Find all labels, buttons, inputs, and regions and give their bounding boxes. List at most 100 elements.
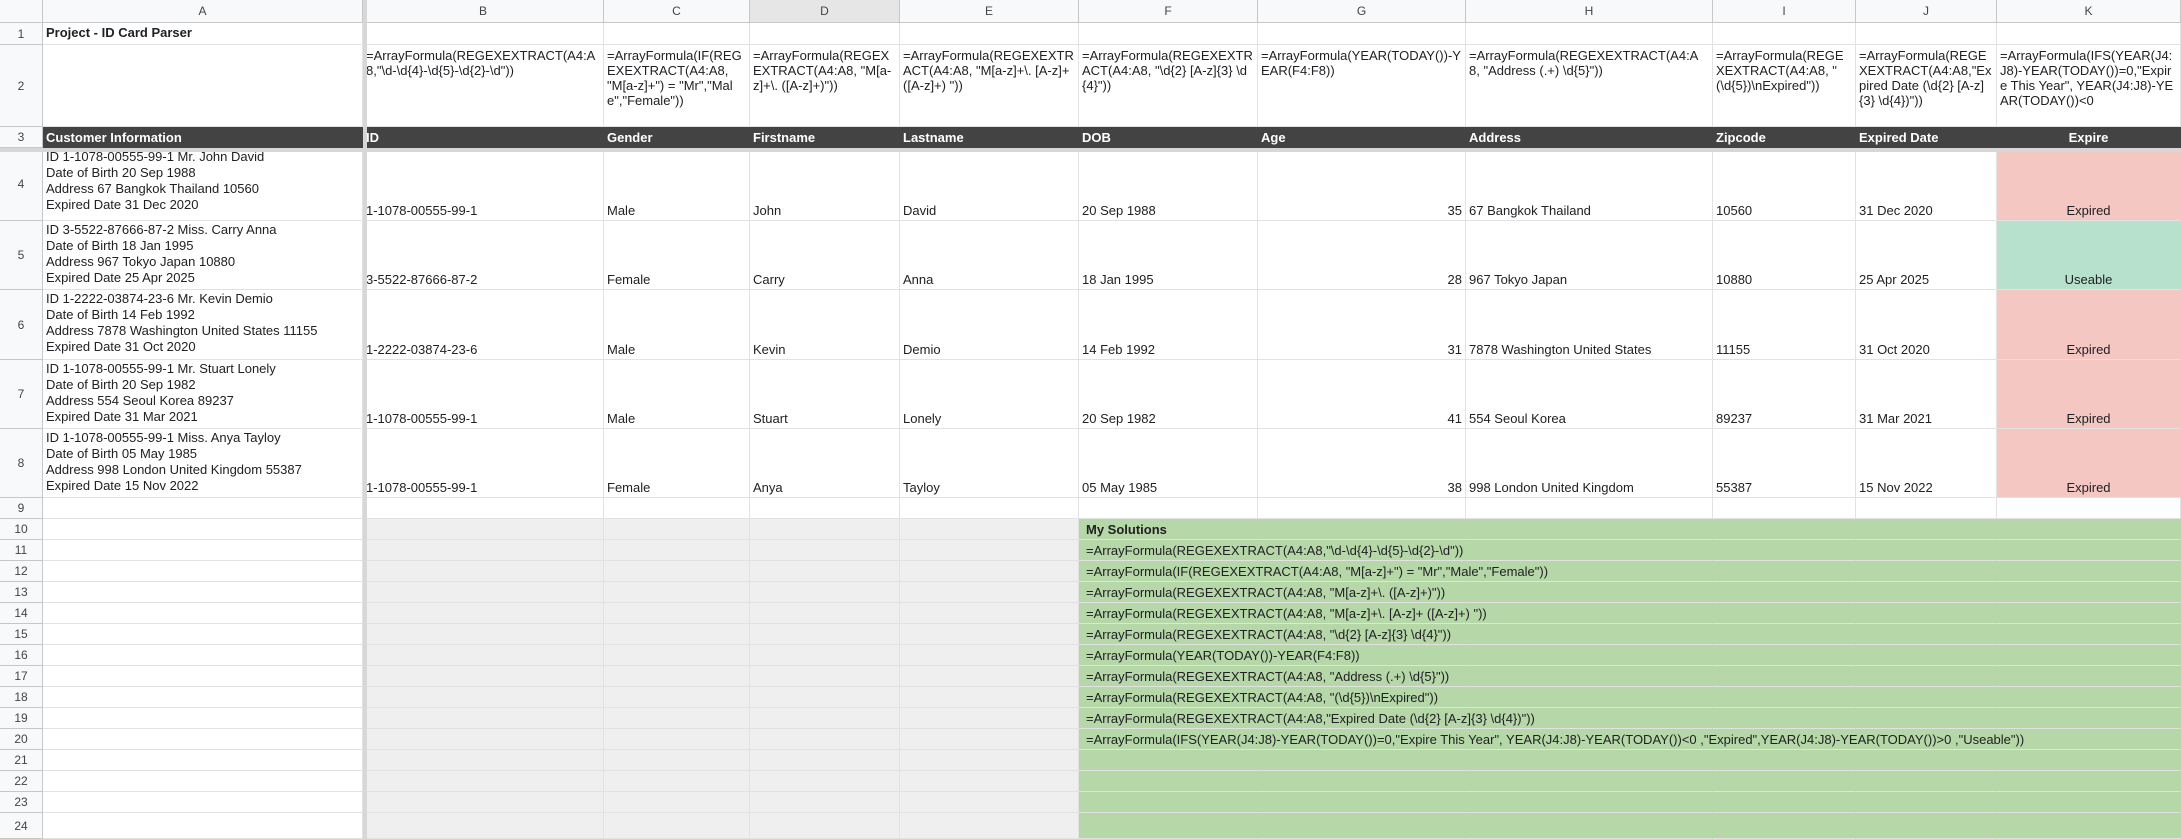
empty-cell[interactable]	[1079, 498, 1258, 519]
record-age-cell[interactable]: 31	[1258, 290, 1466, 360]
empty-cell[interactable]	[604, 771, 750, 792]
solution-area-cell[interactable]	[1856, 666, 1997, 687]
row-header-22[interactable]: 22	[0, 771, 43, 792]
record-expire-cell[interactable]: Useable	[1997, 221, 2181, 290]
row-header-23[interactable]: 23	[0, 792, 43, 813]
solution-area-cell[interactable]	[1079, 771, 1258, 792]
empty-cell[interactable]	[604, 729, 750, 750]
empty-cell[interactable]	[43, 624, 363, 645]
row-header-13[interactable]: 13	[0, 582, 43, 603]
empty-cell[interactable]	[750, 687, 900, 708]
record-address-cell[interactable]: 998 London United Kingdom	[1466, 429, 1713, 498]
empty-cell[interactable]	[604, 708, 750, 729]
record-first-cell[interactable]: John	[750, 148, 900, 221]
empty-cell[interactable]	[750, 540, 900, 561]
solution-area-cell[interactable]	[1713, 687, 1856, 708]
empty-cell[interactable]	[1856, 23, 1997, 45]
solution-formula[interactable]: =ArrayFormula(IF(REGEXEXTRACT(A4:A8, "M[…	[1083, 561, 1548, 582]
solution-area-cell[interactable]	[1856, 792, 1997, 813]
empty-cell[interactable]	[750, 813, 900, 839]
empty-cell[interactable]	[900, 687, 1079, 708]
record-address-cell[interactable]: 554 Seoul Korea	[1466, 360, 1713, 429]
empty-cell[interactable]	[900, 750, 1079, 771]
solution-area-cell[interactable]	[1856, 582, 1997, 603]
empty-cell[interactable]	[604, 813, 750, 839]
select-all-corner[interactable]	[0, 0, 43, 23]
solution-area-cell[interactable]	[1997, 771, 2181, 792]
solution-formula[interactable]: =ArrayFormula(REGEXEXTRACT(A4:A8, "M[a-z…	[1083, 582, 1445, 603]
empty-cell[interactable]	[604, 666, 750, 687]
solution-area-cell[interactable]	[1713, 750, 1856, 771]
solution-area-cell[interactable]	[1466, 813, 1713, 839]
solution-formula[interactable]: =ArrayFormula(REGEXEXTRACT(A4:A8, "(\d{5…	[1083, 687, 1438, 708]
empty-cell[interactable]	[1713, 498, 1856, 519]
row-header-24[interactable]: 24	[0, 813, 43, 839]
empty-cell[interactable]	[363, 666, 604, 687]
row-header-11[interactable]: 11	[0, 540, 43, 561]
solution-area-cell[interactable]	[1997, 708, 2181, 729]
empty-cell[interactable]	[363, 603, 604, 624]
customer-info-cell[interactable]: ID 1-1078-00555-99-1 Mr. John David Date …	[43, 148, 363, 221]
empty-cell[interactable]	[900, 792, 1079, 813]
solution-area-cell[interactable]	[1713, 813, 1856, 839]
solution-formula[interactable]: =ArrayFormula(YEAR(TODAY())-YEAR(F4:F8))	[1083, 645, 1360, 666]
empty-cell[interactable]	[363, 519, 604, 540]
record-first-cell[interactable]: Kevin	[750, 290, 900, 360]
empty-cell[interactable]	[900, 561, 1079, 582]
solution-area-cell[interactable]	[1997, 582, 2181, 603]
record-id-cell[interactable]: 1-1078-00555-99-1	[363, 429, 604, 498]
empty-cell[interactable]	[900, 540, 1079, 561]
record-gender-cell[interactable]: Male	[604, 290, 750, 360]
formula-cell-i[interactable]: =ArrayFormula(REGEXEXTRACT(A4:A8, "(\d{5…	[1713, 45, 1856, 127]
column-header-g[interactable]: G	[1258, 0, 1466, 23]
solution-area-cell[interactable]	[1713, 540, 1856, 561]
record-id-cell[interactable]: 1-2222-03874-23-6	[363, 290, 604, 360]
header-zipcode[interactable]: Zipcode	[1713, 127, 1856, 148]
solution-area-cell[interactable]	[1856, 561, 1997, 582]
record-age-cell[interactable]: 41	[1258, 360, 1466, 429]
empty-cell[interactable]	[363, 729, 604, 750]
header-expire[interactable]: Expire	[1997, 127, 2181, 148]
freeze-column-divider[interactable]	[363, 0, 367, 839]
row-header-17[interactable]: 17	[0, 666, 43, 687]
empty-cell[interactable]	[43, 729, 363, 750]
record-first-cell[interactable]: Stuart	[750, 360, 900, 429]
solution-formula[interactable]: =ArrayFormula(REGEXEXTRACT(A4:A8, "Addre…	[1083, 666, 1449, 687]
solution-area-cell[interactable]	[1856, 645, 1997, 666]
record-age-cell[interactable]: 28	[1258, 221, 1466, 290]
solution-area-cell[interactable]	[1258, 771, 1466, 792]
record-expire-cell[interactable]: Expired	[1997, 429, 2181, 498]
record-id-cell[interactable]: 1-1078-00555-99-1	[363, 360, 604, 429]
record-gender-cell[interactable]: Male	[604, 360, 750, 429]
column-header-a[interactable]: A	[43, 0, 363, 23]
solution-area-cell[interactable]	[1997, 792, 2181, 813]
record-age-cell[interactable]: 38	[1258, 429, 1466, 498]
solution-area-cell[interactable]	[1713, 708, 1856, 729]
project-title[interactable]: Project - ID Card Parser	[43, 23, 363, 45]
header-gender[interactable]: Gender	[604, 127, 750, 148]
record-last-cell[interactable]: Anna	[900, 221, 1079, 290]
solution-area-cell[interactable]	[1997, 687, 2181, 708]
solution-area-cell[interactable]	[1856, 771, 1997, 792]
customer-info-cell[interactable]: ID 3-5522-87666-87-2 Miss. Carry Anna Dat…	[43, 221, 363, 290]
empty-cell[interactable]	[750, 561, 900, 582]
empty-cell[interactable]	[1466, 23, 1713, 45]
record-last-cell[interactable]: Tayloy	[900, 429, 1079, 498]
solution-area-cell[interactable]	[1713, 624, 1856, 645]
solution-area-cell[interactable]	[1466, 582, 1713, 603]
empty-cell[interactable]	[43, 540, 363, 561]
record-address-cell[interactable]: 7878 Washington United States	[1466, 290, 1713, 360]
empty-cell[interactable]	[363, 582, 604, 603]
record-dob-cell[interactable]: 20 Sep 1988	[1079, 148, 1258, 221]
header-customer-information[interactable]: Customer Information	[43, 127, 363, 148]
empty-cell[interactable]	[750, 792, 900, 813]
empty-cell[interactable]	[43, 603, 363, 624]
empty-cell[interactable]	[43, 771, 363, 792]
empty-cell[interactable]	[43, 561, 363, 582]
solution-area-cell[interactable]	[1997, 813, 2181, 839]
solution-area-cell[interactable]	[1466, 666, 1713, 687]
empty-cell[interactable]	[363, 23, 604, 45]
empty-cell[interactable]	[1466, 498, 1713, 519]
formula-cell-j[interactable]: =ArrayFormula(REGEXEXTRACT(A4:A8,"Expire…	[1856, 45, 1997, 127]
solution-formula[interactable]: =ArrayFormula(REGEXEXTRACT(A4:A8,"Expire…	[1083, 708, 1535, 729]
